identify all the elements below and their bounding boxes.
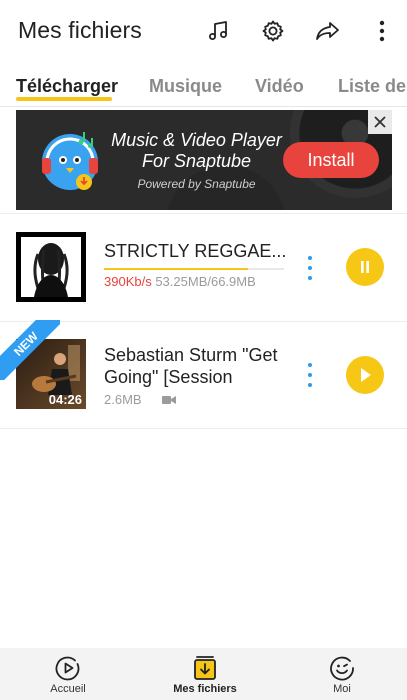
ad-title-line: For Snaptube — [141, 151, 252, 171]
new-badge: NEW — [0, 320, 60, 380]
file-title-line: Sebastian Sturm "Get — [104, 345, 278, 365]
gear-icon[interactable] — [258, 16, 288, 46]
download-box-icon — [191, 654, 219, 682]
ad-banner[interactable]: Music & Video Player For Snaptube Powere… — [16, 110, 392, 210]
nav-mes-fichiers[interactable]: Mes fichiers — [155, 648, 255, 700]
video-thumbnail[interactable] — [16, 232, 86, 302]
file-size: 2.6MB — [104, 392, 142, 407]
more-options-icon[interactable] — [303, 363, 317, 387]
ad-subtitle: Powered by Snaptube — [137, 177, 256, 191]
tab-bar: Télécharger Musique Vidéo Liste de — [0, 64, 407, 108]
file-title-line: Going" [Session — [104, 367, 233, 387]
nav-label: Moi — [333, 683, 351, 695]
file-meta: 390Kb/s 53.25MB/66.9MB — [104, 274, 256, 289]
ad-title: Music & Video Player For Snaptube — [109, 130, 284, 172]
download-progress-bar — [104, 268, 284, 270]
ad-title-line: Music & Video Player — [111, 130, 282, 150]
pause-icon[interactable] — [346, 248, 384, 286]
install-button[interactable]: Install — [283, 142, 379, 178]
new-badge-label: NEW — [0, 320, 60, 380]
more-vertical-icon[interactable] — [368, 16, 396, 46]
section-divider — [0, 428, 407, 429]
tab-video[interactable]: Vidéo — [255, 76, 304, 97]
download-progress-fill — [104, 268, 248, 270]
tab-liste[interactable]: Liste de — [338, 76, 406, 97]
tab-musique[interactable]: Musique — [149, 76, 222, 97]
nav-label: Accueil — [50, 683, 86, 695]
file-title: STRICTLY REGGAE... — [104, 241, 287, 261]
file-size: 53.25MB/66.9MB — [155, 274, 256, 289]
video-duration: 04:26 — [48, 392, 82, 407]
app-header: Mes fichiers — [0, 0, 407, 64]
smiley-icon — [328, 654, 356, 682]
more-options-icon[interactable] — [303, 256, 317, 280]
share-icon[interactable] — [313, 16, 343, 46]
file-meta: 2.6MB — [104, 392, 176, 407]
download-row[interactable]: 04:26 Sebastian Sturm "Get Going" [Sessi… — [0, 322, 407, 429]
tabs-divider — [0, 106, 407, 107]
close-icon[interactable] — [368, 110, 392, 134]
snaptube-player-logo — [42, 132, 98, 190]
play-circle-icon — [54, 654, 82, 682]
page-title: Mes fichiers — [18, 17, 142, 43]
bottom-navigation: Accueil Mes fichiers Moi — [0, 648, 407, 700]
nav-label: Mes fichiers — [173, 683, 237, 695]
video-icon — [161, 395, 176, 405]
tab-telecharger[interactable]: Télécharger — [16, 76, 118, 97]
nav-moi[interactable]: Moi — [292, 648, 392, 700]
play-icon[interactable] — [346, 356, 384, 394]
nav-accueil[interactable]: Accueil — [18, 648, 118, 700]
active-tab-indicator — [16, 97, 112, 101]
download-speed: 390Kb/s — [104, 274, 152, 289]
music-note-icon[interactable] — [203, 16, 233, 46]
file-title: Sebastian Sturm "Get Going" [Session — [104, 344, 277, 388]
download-row[interactable]: STRICTLY REGGAE... 390Kb/s 53.25MB/66.9M… — [0, 214, 407, 321]
